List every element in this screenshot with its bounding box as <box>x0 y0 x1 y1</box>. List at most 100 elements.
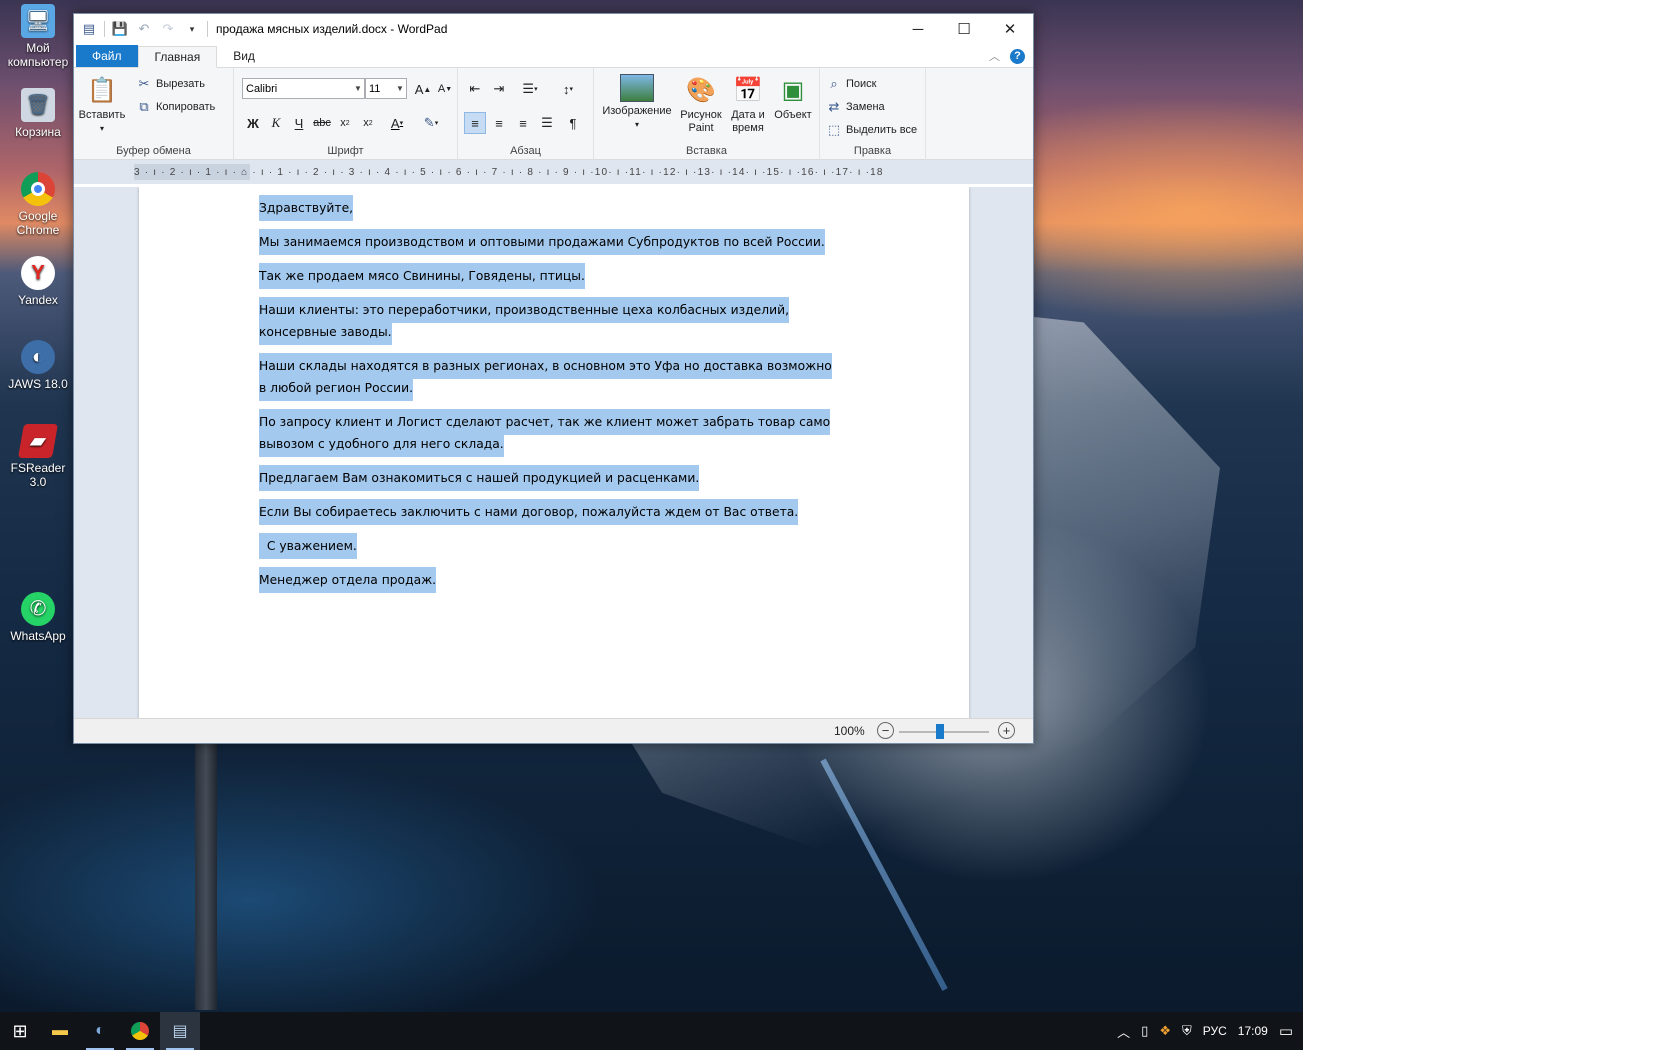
paragraph-text: Наши склады находятся в разных регионах,… <box>259 353 832 401</box>
insert-paint-button[interactable]: 🎨 Рисунок Paint <box>678 74 724 135</box>
start-button[interactable]: ⊞ <box>0 1012 40 1050</box>
paragraph[interactable]: Мы занимаемся производством и оптовыми п… <box>259 229 839 255</box>
align-left-icon[interactable]: ≡ <box>464 112 486 134</box>
zoom-slider[interactable] <box>899 731 989 733</box>
insert-image-button[interactable]: Изображение ▾ <box>598 74 676 131</box>
shrink-font-icon[interactable]: A ▼ <box>434 78 456 100</box>
collapse-ribbon-icon[interactable]: ︿ <box>989 48 1000 64</box>
fsreader-icon: ▰ <box>18 424 58 458</box>
text-color-icon[interactable]: A ▾ <box>382 112 412 134</box>
maximize-button[interactable]: ☐ <box>941 14 987 44</box>
title-bar[interactable]: ▤ 💾 ↶ ↷ ▾ продажа мясных изделий.docx - … <box>74 14 1033 44</box>
italic-button[interactable]: К <box>265 112 287 134</box>
minimize-button[interactable]: ─ <box>895 14 941 44</box>
paragraph[interactable]: Так же продаем мясо Свинины, Говядены, п… <box>259 263 839 289</box>
whatsapp-icon: ✆ <box>21 592 55 626</box>
select-all-button[interactable]: ⬚ Выделить все <box>826 122 917 138</box>
usb-device-icon[interactable]: ▯ <box>1141 1023 1148 1039</box>
jaws-icon: ◐ <box>21 340 55 374</box>
paragraph-settings-icon[interactable]: ¶ <box>562 112 584 134</box>
wordpad-app-icon[interactable]: ▤ <box>80 20 98 38</box>
paragraph[interactable]: С уважением. <box>259 533 839 559</box>
find-button[interactable]: ⌕ Поиск <box>826 76 876 92</box>
zoom-out-icon[interactable]: − <box>877 722 894 739</box>
taskbar-wordpad[interactable]: ▤ <box>160 1012 200 1050</box>
insert-object-button[interactable]: ▣ Объект <box>770 74 816 122</box>
taskbar-chrome[interactable] <box>120 1012 160 1050</box>
desktop-icon-label: Корзина <box>15 125 61 139</box>
cut-button[interactable]: ✂ Вырезать <box>136 76 205 92</box>
paragraph[interactable]: Здравствуйте, <box>259 195 839 221</box>
desktop-icon-label: Мой компьютер <box>7 41 69 69</box>
justify-icon[interactable]: ☰ <box>536 112 558 134</box>
document-area[interactable]: Здравствуйте, Мы занимаемся производство… <box>74 187 1033 719</box>
undo-icon[interactable]: ↶ <box>135 20 153 38</box>
bold-button[interactable]: Ж <box>242 112 264 134</box>
color-app-icon[interactable]: ❖ <box>1159 1023 1171 1039</box>
desktop-icon-recycle-bin[interactable]: 🗑 Корзина <box>2 88 74 139</box>
align-center-icon[interactable]: ≡ <box>488 112 510 134</box>
font-size-select[interactable]: 11 ▼ <box>365 78 407 99</box>
paragraph[interactable]: По запросу клиент и Логист сделают расче… <box>259 409 839 457</box>
paste-button[interactable]: 📋 Вставить ▾ <box>78 74 126 135</box>
save-icon[interactable]: 💾 <box>111 20 129 38</box>
desktop-icon-label: Yandex <box>18 293 58 307</box>
taskbar: ⊞ ▬ ◐ ▤ ︿ ▯ ❖ ⛨ РУС 17:09 ▭ <box>0 1012 1303 1050</box>
taskbar-jaws[interactable]: ◐ <box>80 1012 120 1050</box>
copy-button[interactable]: ⧉ Копировать <box>136 99 215 115</box>
tab-home[interactable]: Главная <box>137 46 218 68</box>
line-spacing-icon[interactable]: ↕ ▾ <box>552 78 584 100</box>
paragraph[interactable]: Наши склады находятся в разных регионах,… <box>259 353 839 401</box>
desktop-icon-jaws[interactable]: ◐ JAWS 18.0 <box>2 340 74 391</box>
desktop-icon-fsreader[interactable]: ▰ FSReader 3.0 <box>2 424 74 489</box>
group-editing: ⌕ Поиск ⇄ Замена ⬚ Выделить все Правка <box>820 68 926 160</box>
increase-indent-icon[interactable]: ⇥ <box>488 78 510 100</box>
zoom-slider-thumb[interactable] <box>936 724 944 739</box>
font-family-select[interactable]: Calibri ▼ <box>242 78 365 99</box>
group-label: Вставка <box>686 145 727 157</box>
subscript-icon[interactable]: x2 <box>334 112 356 134</box>
binoculars-icon: ⌕ <box>830 76 838 91</box>
redo-icon[interactable]: ↷ <box>159 20 177 38</box>
insert-image-label: Изображение <box>602 105 672 117</box>
copy-icon: ⧉ <box>139 99 149 114</box>
desktop-icon-chrome[interactable]: Google Chrome <box>2 172 74 237</box>
insert-datetime-button[interactable]: 📅 Дата и время <box>726 74 770 135</box>
close-button[interactable]: ✕ <box>987 14 1033 44</box>
grow-font-icon[interactable]: A ▲ <box>412 78 434 100</box>
ribbon-tabs: Файл Главная Вид ︿ ? <box>74 44 1033 68</box>
tab-view[interactable]: Вид <box>217 45 271 67</box>
align-right-icon[interactable]: ≡ <box>512 112 534 134</box>
copy-label: Копировать <box>156 101 216 113</box>
replace-button[interactable]: ⇄ Замена <box>826 99 885 115</box>
taskbar-file-explorer[interactable]: ▬ <box>40 1012 80 1050</box>
tab-file[interactable]: Файл <box>76 45 138 67</box>
action-center-icon[interactable]: ▭ <box>1279 1022 1293 1040</box>
help-icon[interactable]: ? <box>1010 48 1025 64</box>
customize-qat-icon[interactable]: ▾ <box>183 20 201 38</box>
desktop-icon-my-computer[interactable]: 🖥 Мой компьютер <box>2 4 74 69</box>
security-shield-icon[interactable]: ⛨ <box>1182 1023 1192 1039</box>
paragraph-text: Если Вы собираетесь заключить с нами дог… <box>259 499 799 525</box>
desktop-icon-whatsapp[interactable]: ✆ WhatsApp <box>2 592 74 643</box>
zoom-in-icon[interactable]: + <box>998 722 1015 739</box>
show-hidden-icons-icon[interactable]: ︿ <box>1117 1022 1130 1041</box>
clock-time[interactable]: 17:09 <box>1238 1024 1268 1038</box>
folder-icon: ▬ <box>52 1022 68 1039</box>
desktop-icon-yandex[interactable]: Y Yandex <box>2 256 74 307</box>
paragraph[interactable]: Если Вы собираетесь заключить с нами дог… <box>259 499 839 525</box>
document-page[interactable]: Здравствуйте, Мы занимаемся производство… <box>139 187 969 719</box>
underline-button[interactable]: Ч <box>288 112 310 134</box>
highlight-color-icon[interactable]: ✎ ▾ <box>416 112 446 134</box>
paragraph[interactable]: Наши клиенты: это переработчики, произво… <box>259 297 839 345</box>
strikethrough-button[interactable]: abc <box>311 112 333 134</box>
bullet-list-icon[interactable]: ☰ ▾ <box>514 78 546 100</box>
paragraph[interactable]: Менеджер отдела продаж. <box>259 567 839 593</box>
group-paragraph: ⇤ ⇥ ☰ ▾ ↕ ▾ ≡ ≡ ≡ ☰ ¶ Абзац <box>458 68 594 160</box>
decrease-indent-icon[interactable]: ⇤ <box>464 78 486 100</box>
paragraph[interactable]: Предлагаем Вам ознакомиться с нашей прод… <box>259 465 839 491</box>
document-content[interactable]: Здравствуйте, Мы занимаемся производство… <box>259 195 839 603</box>
superscript-icon[interactable]: x2 <box>357 112 379 134</box>
input-language[interactable]: РУС <box>1203 1024 1227 1038</box>
ruler[interactable]: 3 · ı · 2 · ı · 1 · ı · ⌂ · ı · 1 · ı · … <box>74 160 1033 184</box>
